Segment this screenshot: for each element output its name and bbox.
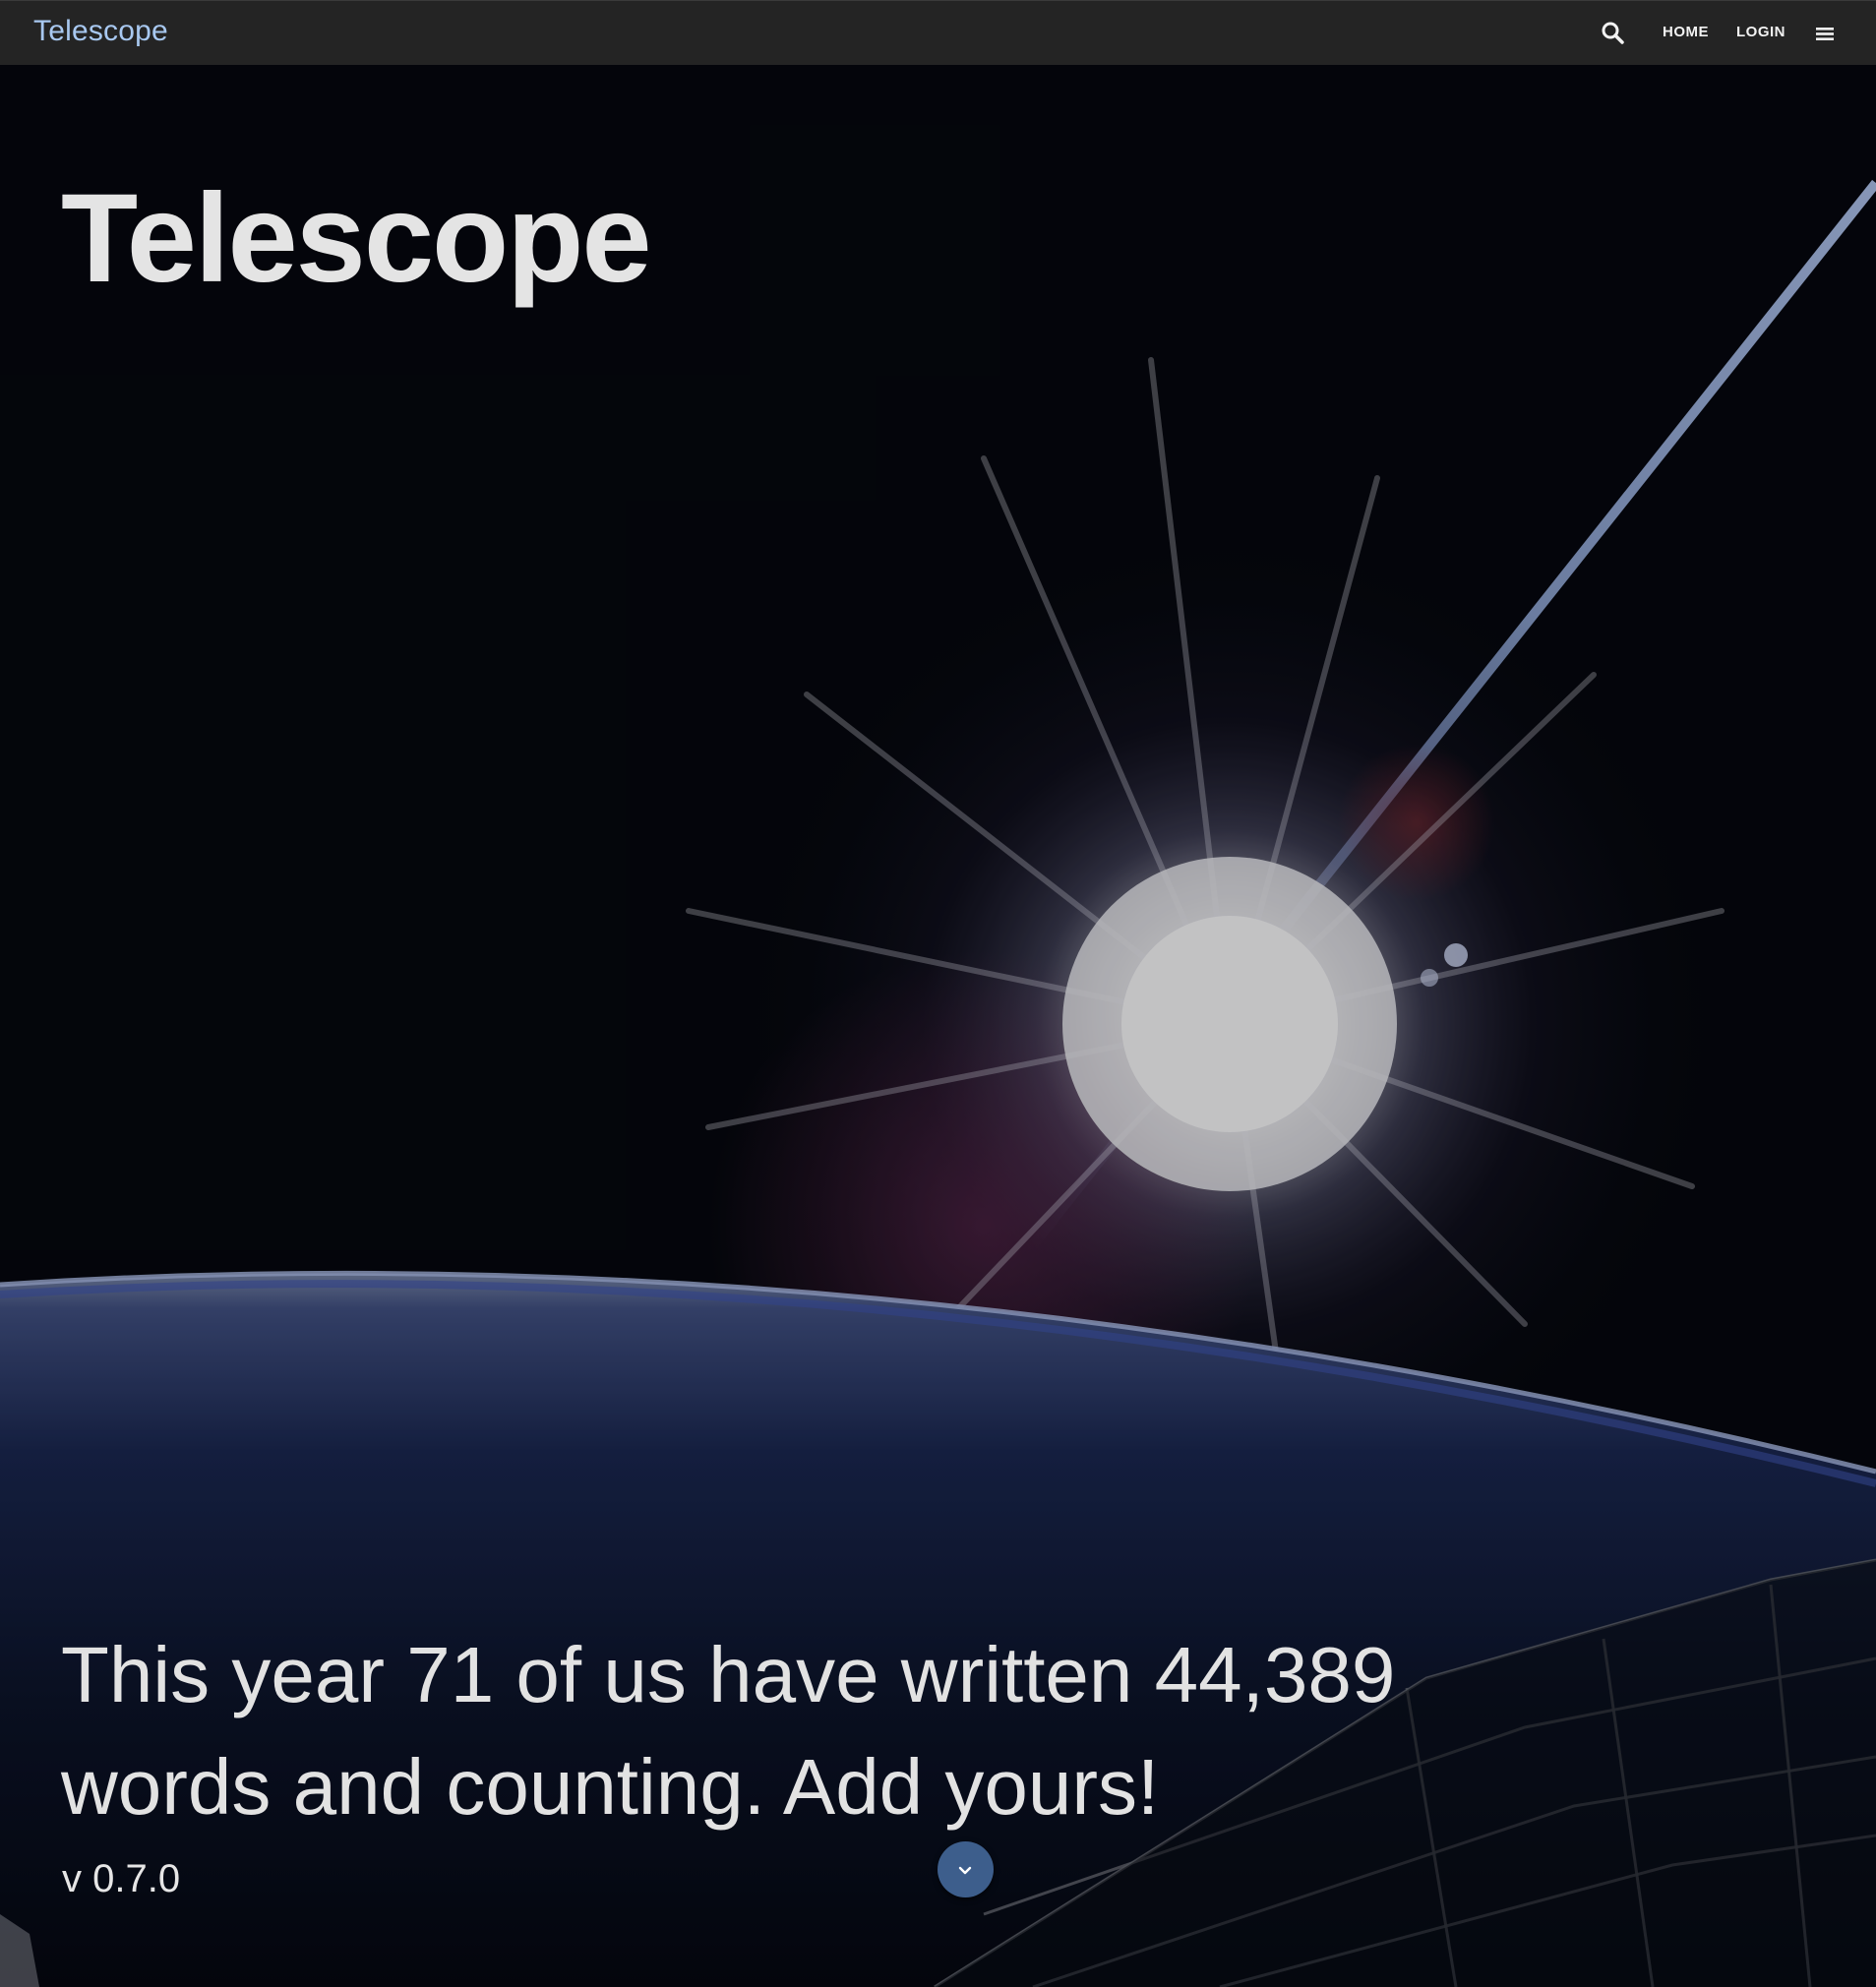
nav-home-link[interactable]: HOME bbox=[1663, 24, 1709, 40]
telescope-page: Telescope HOME LOGIN Telescope This year… bbox=[0, 0, 1876, 1987]
menu-icon[interactable] bbox=[1810, 19, 1840, 48]
search-icon[interactable] bbox=[1598, 19, 1631, 48]
scroll-down-button[interactable] bbox=[938, 1841, 994, 1897]
top-app-bar: Telescope HOME LOGIN bbox=[0, 0, 1876, 65]
nav-login-link[interactable]: LOGIN bbox=[1736, 24, 1785, 40]
chevron-down-icon bbox=[958, 1866, 972, 1875]
hero-title: Telescope bbox=[61, 168, 652, 309]
hero-tagline: This year 71 of us have written 44,389 w… bbox=[61, 1631, 1396, 1831]
brand-link[interactable]: Telescope bbox=[33, 15, 168, 48]
hero-banner: Telescope This year 71 of us have writte… bbox=[0, 65, 1876, 1987]
version-label: v 0.7.0 bbox=[62, 1857, 181, 1900]
